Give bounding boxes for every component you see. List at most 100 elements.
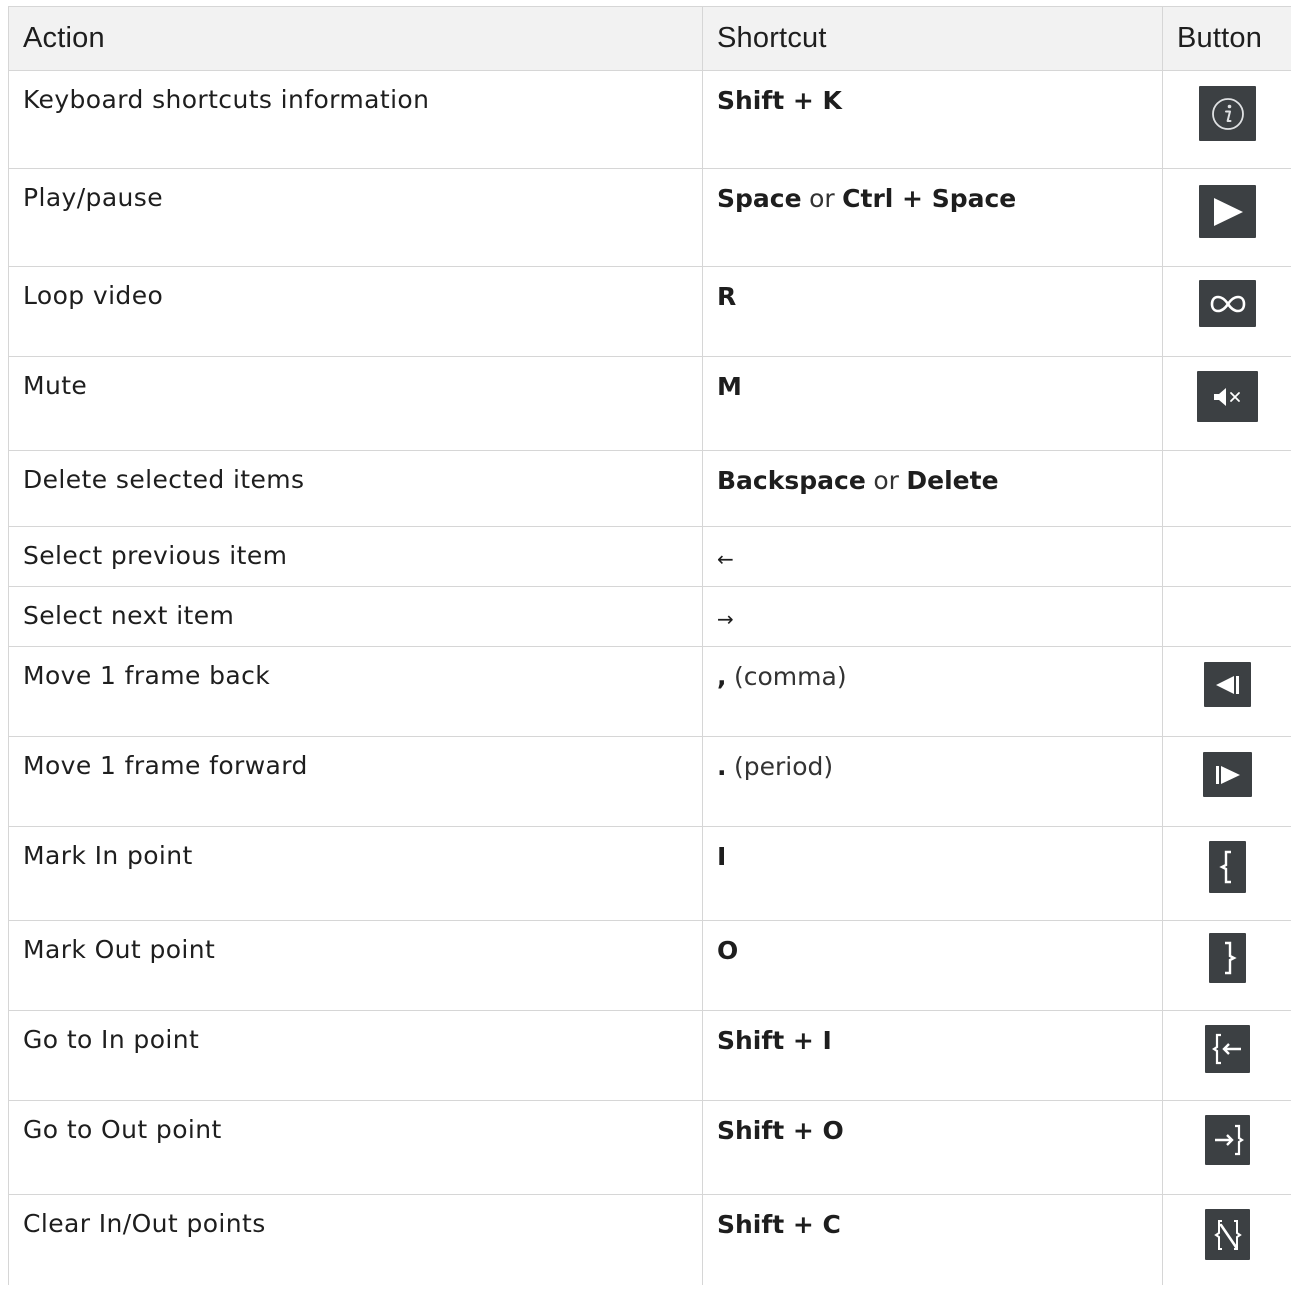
table-row: Clear In/Out points Shift + C bbox=[8, 1194, 1291, 1285]
clear-in-out-icon bbox=[1213, 1219, 1242, 1250]
action-cell: Delete selected items bbox=[8, 450, 703, 527]
header-row: Action Shortcut Button bbox=[8, 6, 1291, 71]
action-cell: Mark In point bbox=[8, 826, 703, 921]
button-cell bbox=[1162, 168, 1291, 267]
action-cell: Play/pause bbox=[8, 168, 703, 267]
mark-out-icon bbox=[1224, 941, 1237, 975]
frame-back-icon bbox=[1215, 675, 1239, 694]
frame-forward-button[interactable] bbox=[1203, 752, 1252, 797]
button-cell bbox=[1162, 266, 1291, 357]
shortcut-cell: ← bbox=[702, 526, 1163, 587]
table-row: Loop video R bbox=[8, 266, 1291, 357]
go-to-in-icon bbox=[1211, 1033, 1241, 1065]
go-to-out-icon bbox=[1214, 1124, 1244, 1156]
action-cell: Move 1 frame forward bbox=[8, 736, 703, 827]
button-cell bbox=[1162, 450, 1291, 527]
right-arrow-key: → bbox=[717, 607, 734, 631]
table-row: Move 1 frame forward . (period) bbox=[8, 736, 1291, 827]
action-cell: Loop video bbox=[8, 266, 703, 357]
shortcut-cell: , (comma) bbox=[702, 646, 1163, 737]
shortcut-key: , bbox=[717, 662, 727, 691]
shortcut-key: Delete bbox=[906, 466, 999, 495]
button-cell bbox=[1162, 1100, 1291, 1195]
shortcut-cell: Shift + I bbox=[702, 1010, 1163, 1101]
action-cell: Select previous item bbox=[8, 526, 703, 587]
frame-forward-icon bbox=[1215, 765, 1240, 784]
info-button[interactable] bbox=[1199, 86, 1256, 141]
shortcut-note: (period) bbox=[734, 752, 834, 781]
shortcut-key: . bbox=[717, 752, 727, 781]
button-cell bbox=[1162, 646, 1291, 737]
action-cell: Go to In point bbox=[8, 1010, 703, 1101]
button-cell bbox=[1162, 70, 1291, 169]
shortcut-key: Shift + I bbox=[717, 1026, 832, 1055]
shortcut-key: Ctrl + Space bbox=[842, 184, 1017, 213]
action-cell: Mute bbox=[8, 356, 703, 451]
shortcut-cell: Space or Ctrl + Space bbox=[702, 168, 1163, 267]
shortcut-cell: R bbox=[702, 266, 1163, 357]
go-to-out-button[interactable] bbox=[1205, 1115, 1250, 1165]
table-row: Mute M bbox=[8, 356, 1291, 451]
shortcut-cell: Shift + C bbox=[702, 1194, 1163, 1285]
loop-icon bbox=[1210, 295, 1245, 312]
mute-icon bbox=[1213, 387, 1240, 406]
shortcut-key: Shift + K bbox=[717, 86, 842, 115]
shortcut-cell: M bbox=[702, 356, 1163, 451]
table-row: Move 1 frame back , (comma) bbox=[8, 646, 1291, 737]
button-cell bbox=[1162, 826, 1291, 921]
button-cell bbox=[1162, 1194, 1291, 1285]
shortcut-key: Backspace bbox=[717, 466, 866, 495]
action-cell: Keyboard shortcuts information bbox=[8, 70, 703, 169]
mute-button[interactable] bbox=[1197, 371, 1258, 422]
button-cell bbox=[1162, 586, 1291, 647]
table-row: Go to In point Shift + I bbox=[8, 1010, 1291, 1101]
shortcut-cell: I bbox=[702, 826, 1163, 921]
table-row: Select next item → bbox=[8, 586, 1291, 647]
clear-in-out-button[interactable] bbox=[1205, 1209, 1250, 1260]
shortcut-key: M bbox=[717, 372, 742, 401]
shortcut-cell: . (period) bbox=[702, 736, 1163, 827]
header-button: Button bbox=[1162, 6, 1291, 71]
info-icon bbox=[1211, 97, 1244, 130]
button-cell bbox=[1162, 920, 1291, 1011]
shortcut-key: I bbox=[717, 842, 727, 871]
mark-in-icon bbox=[1218, 850, 1231, 884]
shortcut-cell: O bbox=[702, 920, 1163, 1011]
shortcut-cell: Shift + K bbox=[702, 70, 1163, 169]
table-row: Select previous item ← bbox=[8, 526, 1291, 587]
button-cell bbox=[1162, 736, 1291, 827]
left-arrow-key: ← bbox=[717, 547, 734, 571]
table-row: Mark Out point O bbox=[8, 920, 1291, 1011]
action-cell: Clear In/Out points bbox=[8, 1194, 703, 1285]
table-row: Keyboard shortcuts information Shift + K bbox=[8, 70, 1291, 169]
action-cell: Select next item bbox=[8, 586, 703, 647]
frame-back-button[interactable] bbox=[1204, 662, 1251, 707]
table-row: Go to Out point Shift + O bbox=[8, 1100, 1291, 1195]
mark-out-button[interactable] bbox=[1209, 933, 1246, 983]
shortcut-key: R bbox=[717, 282, 737, 311]
go-to-in-button[interactable] bbox=[1205, 1025, 1250, 1073]
shortcut-key: O bbox=[717, 936, 739, 965]
button-cell bbox=[1162, 356, 1291, 451]
action-cell: Go to Out point bbox=[8, 1100, 703, 1195]
shortcut-cell: → bbox=[702, 586, 1163, 647]
shortcut-key: Space bbox=[717, 184, 802, 213]
keyboard-shortcuts-table: Action Shortcut Button Keyboard shortcut… bbox=[8, 6, 1291, 1285]
mark-in-button[interactable] bbox=[1209, 841, 1246, 893]
button-cell bbox=[1162, 1010, 1291, 1101]
header-action: Action bbox=[8, 6, 703, 71]
play-pause-button[interactable] bbox=[1199, 185, 1256, 238]
shortcut-cell: Backspace or Delete bbox=[702, 450, 1163, 527]
shortcut-cell: Shift + O bbox=[702, 1100, 1163, 1195]
action-cell: Move 1 frame back bbox=[8, 646, 703, 737]
shortcut-connector: or bbox=[873, 466, 899, 495]
play-icon bbox=[1213, 197, 1243, 226]
loop-button[interactable] bbox=[1199, 280, 1256, 327]
shortcut-key: Shift + O bbox=[717, 1116, 844, 1145]
shortcut-connector: or bbox=[809, 184, 835, 213]
header-shortcut: Shortcut bbox=[702, 6, 1163, 71]
table-row: Play/pause Space or Ctrl + Space bbox=[8, 168, 1291, 267]
action-cell: Mark Out point bbox=[8, 920, 703, 1011]
table-row: Mark In point I bbox=[8, 826, 1291, 921]
shortcut-note: (comma) bbox=[734, 662, 847, 691]
